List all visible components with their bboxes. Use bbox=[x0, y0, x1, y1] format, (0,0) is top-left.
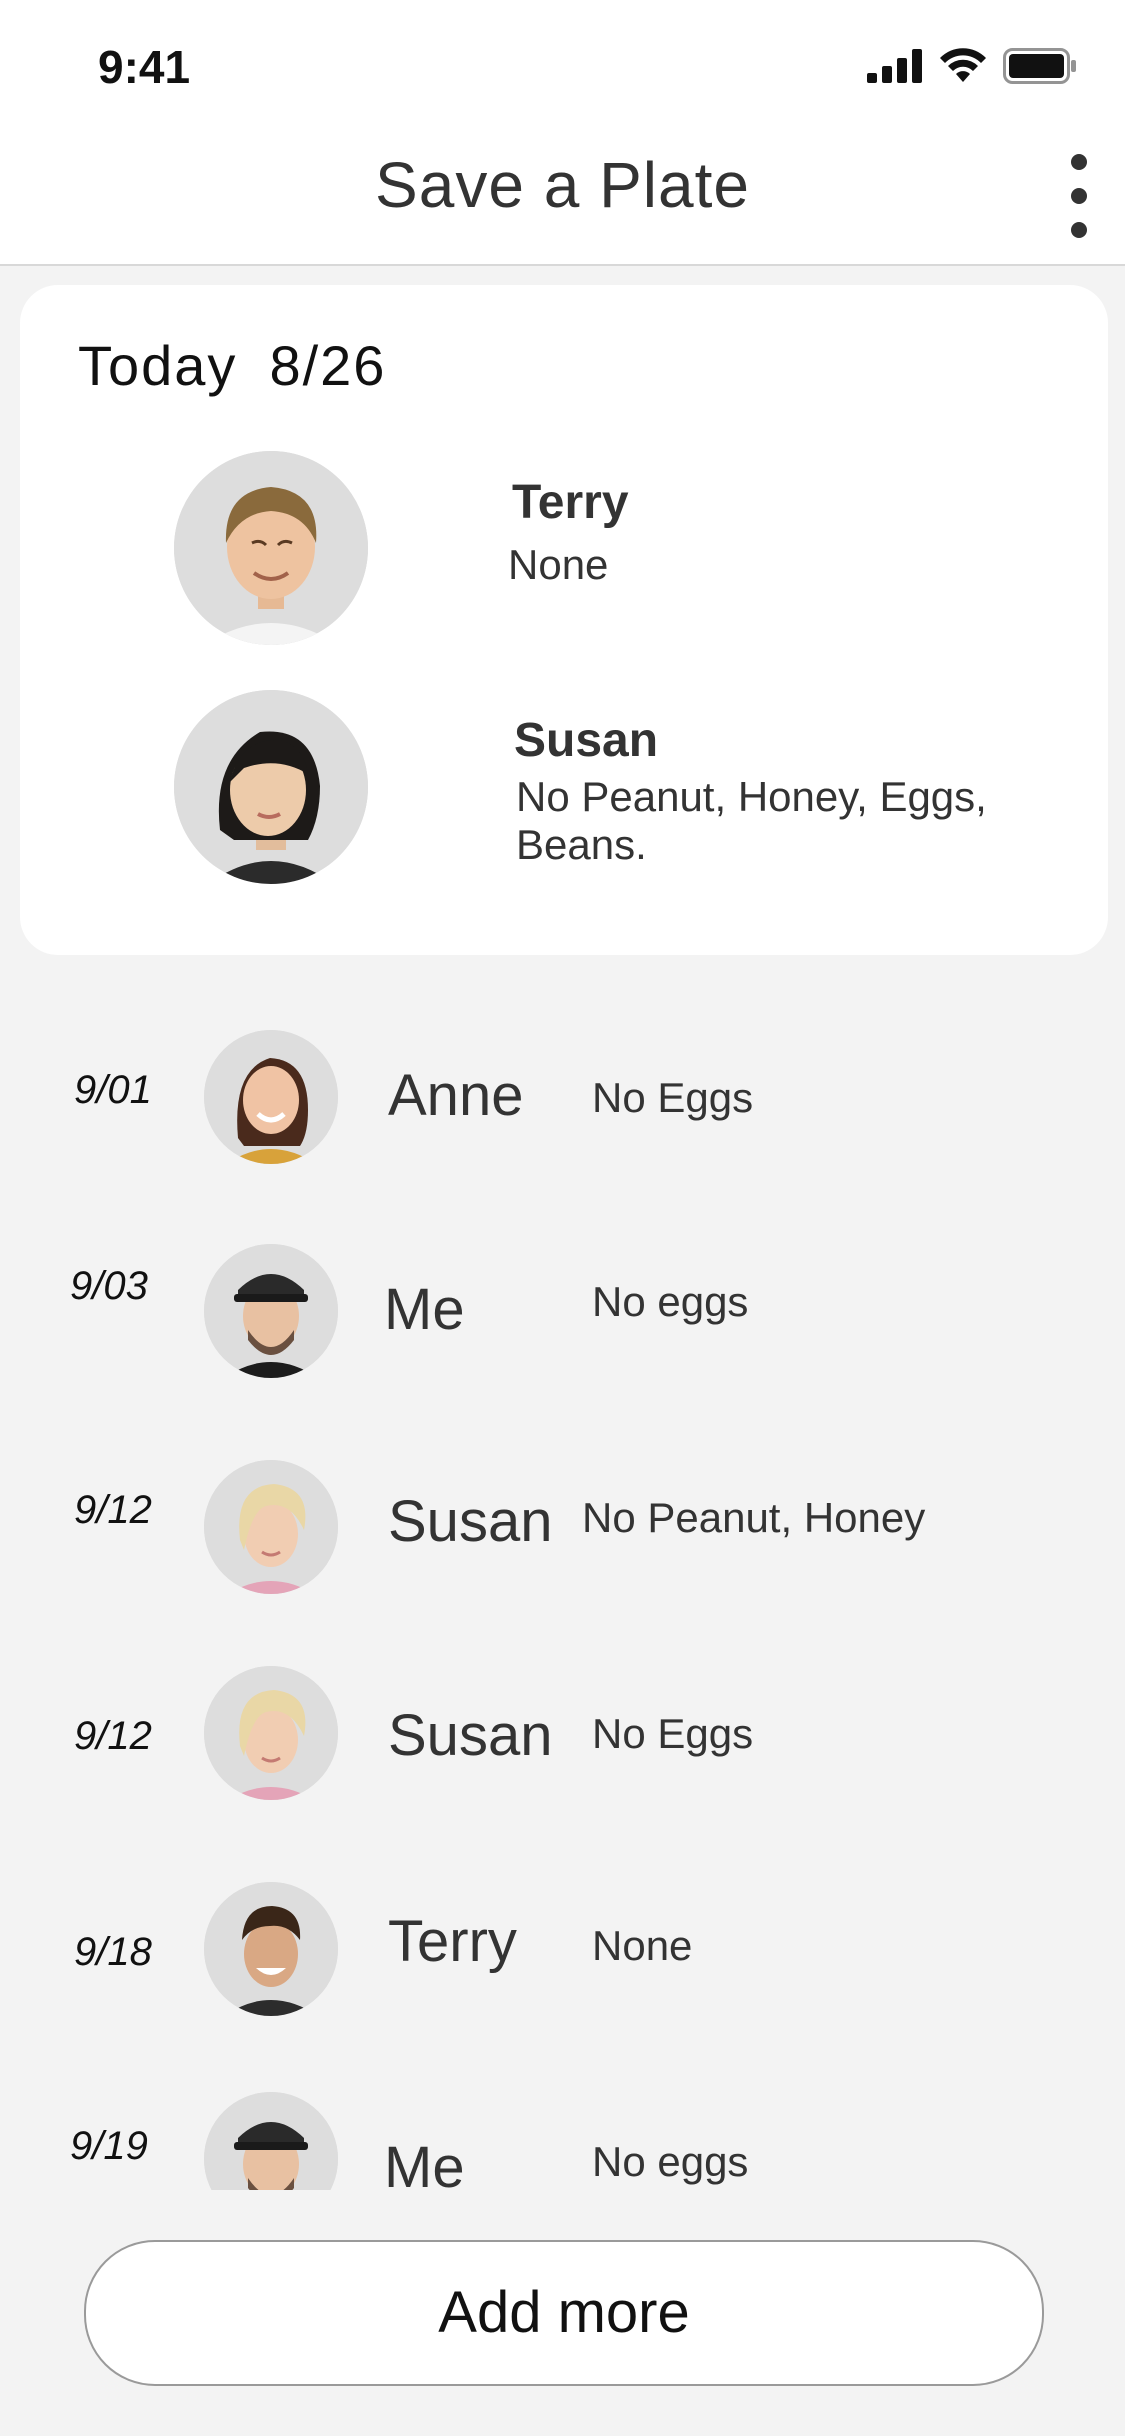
today-card: Today 8/26 Terry None Susan No Peanut, Ho… bbox=[20, 285, 1108, 955]
row-date: 9/03 bbox=[70, 1264, 148, 1308]
today-diet-line: Beans. bbox=[516, 821, 647, 868]
row-date: 9/18 bbox=[74, 1930, 152, 1974]
row-name: Me bbox=[384, 1277, 465, 1342]
row-name: Me bbox=[384, 2135, 465, 2190]
list-item[interactable]: 9/12 Susan No Peanut, Honey bbox=[0, 1450, 1125, 1600]
today-person-diet: No Peanut, Honey, Eggs, Beans. bbox=[516, 773, 987, 869]
status-time: 9:41 bbox=[98, 41, 191, 93]
signal-icon bbox=[867, 49, 923, 88]
row-diet: No eggs bbox=[592, 2138, 749, 2185]
schedule-list[interactable]: 9/01 Anne No Eggs 9/03 Me No eggs 9/12 S… bbox=[0, 990, 1125, 2190]
page-title: Save a Plate bbox=[375, 149, 750, 221]
row-name: Susan bbox=[388, 1489, 553, 1554]
row-diet: None bbox=[592, 1922, 693, 1969]
list-item[interactable]: 9/01 Anne No Eggs bbox=[0, 1020, 1125, 1170]
row-diet: No eggs bbox=[592, 1278, 749, 1325]
avatar bbox=[204, 1882, 338, 2016]
today-person-name: Susan bbox=[514, 714, 659, 767]
more-vertical-icon[interactable] bbox=[1055, 154, 1103, 238]
row-date: 9/12 bbox=[74, 1488, 152, 1532]
today-date: 8/26 bbox=[269, 334, 387, 397]
row-date: 9/12 bbox=[74, 1714, 152, 1758]
list-item[interactable]: 9/03 Me No eggs bbox=[0, 1234, 1125, 1384]
battery-icon bbox=[1003, 48, 1077, 89]
avatar bbox=[204, 2092, 338, 2190]
today-header: Today 8/26 bbox=[78, 333, 386, 398]
list-item[interactable]: 9/12 Susan No Eggs bbox=[0, 1666, 1125, 1816]
status-icons bbox=[867, 48, 1077, 89]
avatar-susan-today[interactable] bbox=[174, 690, 368, 884]
row-diet: No Eggs bbox=[592, 1074, 754, 1121]
today-label: Today bbox=[78, 334, 238, 397]
list-item[interactable]: 9/19 Me No eggs bbox=[0, 2092, 1125, 2190]
today-person-diet: None bbox=[508, 541, 609, 588]
row-diet: No Eggs bbox=[592, 1710, 754, 1757]
add-more-button[interactable]: Add more bbox=[84, 2240, 1044, 2386]
avatar bbox=[204, 1460, 338, 1594]
today-diet-line: No Peanut, Honey, Eggs, bbox=[516, 773, 987, 820]
avatar-terry-today[interactable] bbox=[174, 451, 368, 645]
row-name: Anne bbox=[388, 1063, 524, 1128]
list-item[interactable]: 9/18 Terry None bbox=[0, 1882, 1125, 2032]
avatar bbox=[204, 1244, 338, 1378]
navigation-bar: Save a Plate bbox=[0, 130, 1125, 266]
row-name: Susan bbox=[388, 1703, 553, 1768]
avatar bbox=[204, 1030, 338, 1164]
row-date: 9/01 bbox=[74, 1068, 152, 1112]
status-bar: 9:41 bbox=[0, 0, 1125, 130]
row-date: 9/19 bbox=[70, 2124, 148, 2168]
row-name: Terry bbox=[388, 1909, 517, 1974]
row-diet: No Peanut, Honey bbox=[582, 1494, 926, 1541]
wifi-icon bbox=[939, 48, 987, 89]
avatar bbox=[204, 1666, 338, 1800]
today-person-name: Terry bbox=[512, 476, 629, 529]
